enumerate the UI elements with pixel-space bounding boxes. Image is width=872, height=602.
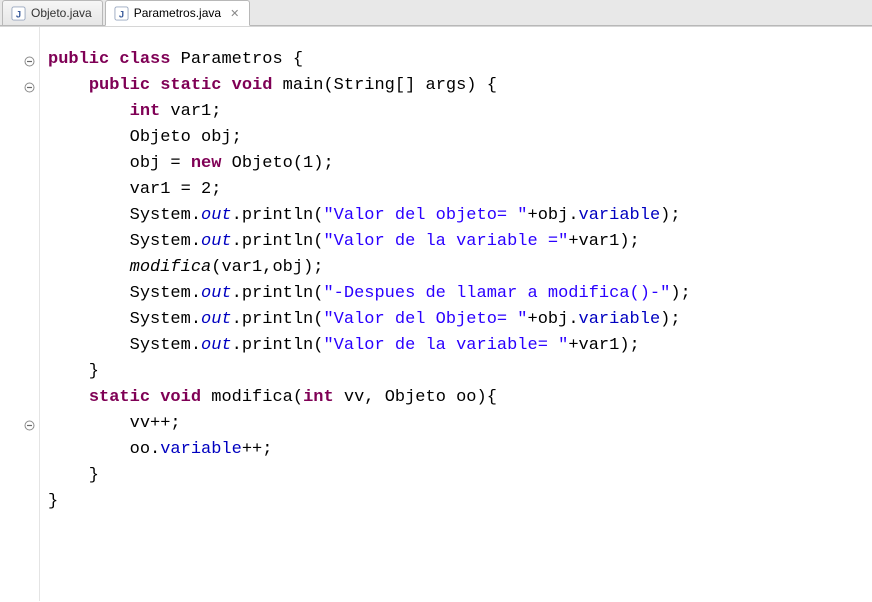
fold-row: [0, 515, 39, 541]
fold-row: [0, 463, 39, 489]
fold-collapse-icon[interactable]: [24, 81, 35, 92]
code-line: vv++;: [48, 411, 872, 437]
fold-row: [0, 203, 39, 229]
code-area[interactable]: public class Parametros { public static …: [40, 27, 872, 601]
fold-row: [0, 229, 39, 255]
fold-row: [0, 47, 39, 73]
fold-collapse-icon[interactable]: [24, 55, 35, 66]
code-line: }: [48, 463, 872, 489]
code-line: static void modifica(int vv, Objeto oo){: [48, 385, 872, 411]
svg-text:J: J: [119, 9, 124, 19]
fold-row: [0, 151, 39, 177]
tab-parametros[interactable]: J Parametros.java ✕: [105, 0, 251, 26]
fold-row: [0, 437, 39, 463]
code-line: System.out.println("Valor del objeto= "+…: [48, 203, 872, 229]
code-line: }: [48, 359, 872, 385]
fold-row: [0, 307, 39, 333]
java-file-icon: J: [11, 6, 26, 21]
code-line: Objeto obj;: [48, 125, 872, 151]
code-line: int var1;: [48, 99, 872, 125]
code-line: System.out.println("Valor del Objeto= "+…: [48, 307, 872, 333]
fold-row: [0, 411, 39, 437]
code-line: System.out.println("Valor de la variable…: [48, 333, 872, 359]
tab-bar: J Objeto.java J Parametros.java ✕: [0, 0, 872, 26]
code-line: obj = new Objeto(1);: [48, 151, 872, 177]
code-line: modifica(var1,obj);: [48, 255, 872, 281]
fold-row: [0, 255, 39, 281]
fold-row: [0, 385, 39, 411]
fold-row: [0, 541, 39, 567]
code-line: }: [48, 489, 872, 515]
svg-text:J: J: [16, 9, 21, 19]
fold-row: [0, 177, 39, 203]
fold-row: [0, 125, 39, 151]
tab-objeto[interactable]: J Objeto.java: [2, 0, 103, 25]
fold-gutter: [0, 27, 40, 601]
code-line: public class Parametros {: [48, 47, 872, 73]
fold-row: [0, 489, 39, 515]
fold-row: [0, 359, 39, 385]
code-line: System.out.println("-Despues de llamar a…: [48, 281, 872, 307]
tab-label: Objeto.java: [31, 6, 92, 20]
code-line: System.out.println("Valor de la variable…: [48, 229, 872, 255]
fold-row: [0, 99, 39, 125]
code-line: oo.variable++;: [48, 437, 872, 463]
java-file-icon: J: [114, 6, 129, 21]
tab-label: Parametros.java: [134, 6, 221, 20]
fold-row: [0, 281, 39, 307]
fold-row: [0, 73, 39, 99]
code-line: public static void main(String[] args) {: [48, 73, 872, 99]
code-line: var1 = 2;: [48, 177, 872, 203]
editor: public class Parametros { public static …: [0, 26, 872, 601]
fold-collapse-icon[interactable]: [24, 419, 35, 430]
fold-row: [0, 333, 39, 359]
close-icon[interactable]: ✕: [230, 7, 239, 20]
